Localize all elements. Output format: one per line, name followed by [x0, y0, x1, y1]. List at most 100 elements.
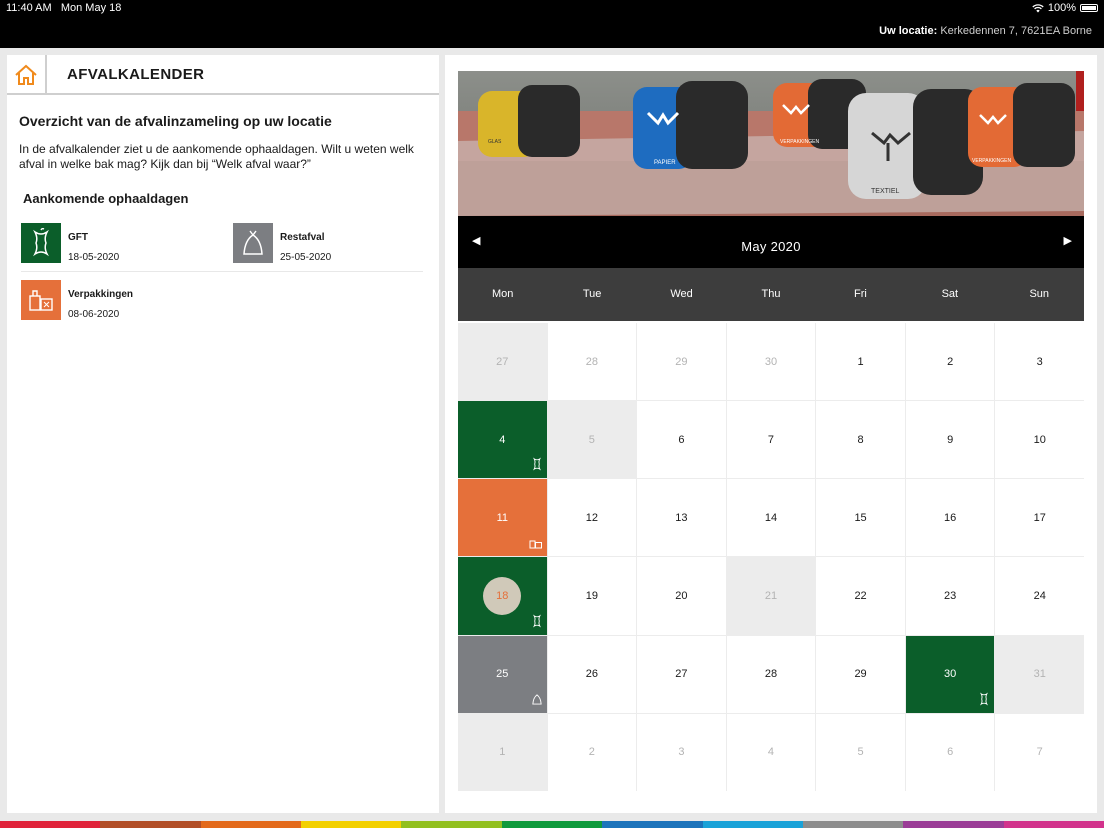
- calendar-day[interactable]: 2: [905, 323, 995, 401]
- header-photo: GLAS PAPIER VERPAKKINGEN TEXTIEL VERPAKK…: [458, 71, 1084, 216]
- apple-core-icon: [978, 692, 990, 709]
- calendar-day[interactable]: 10: [995, 401, 1084, 479]
- weekday-label: Thu: [761, 288, 781, 300]
- calendar-day[interactable]: 26: [547, 635, 637, 713]
- calendar-day[interactable]: 21: [726, 557, 816, 635]
- day-number: 25: [496, 668, 509, 681]
- top-bar: 11:40 AM Mon May 18 100% Uw locatie: Ker…: [0, 0, 1104, 48]
- page-title: AFVALKALENDER: [67, 66, 205, 83]
- calendar-day[interactable]: 3: [637, 713, 726, 791]
- calendar-day[interactable]: 7: [995, 713, 1084, 791]
- calendar-day[interactable]: 2: [547, 713, 637, 791]
- photo-label: GLAS: [488, 139, 502, 145]
- calendar-day[interactable]: 8: [816, 401, 905, 479]
- calendar-day[interactable]: 1: [458, 713, 547, 791]
- calendar-day[interactable]: 20: [637, 557, 726, 635]
- pickup-gft[interactable]: GFT 18-05-2020: [21, 223, 221, 265]
- day-number: 28: [585, 355, 598, 368]
- day-number: 29: [854, 668, 867, 681]
- calendar-day[interactable]: 31: [995, 635, 1084, 713]
- calendar-day[interactable]: 27: [458, 323, 547, 401]
- packaging-icon: [21, 280, 61, 320]
- photo-label: VERPAKKINGEN: [972, 158, 1011, 164]
- calendar-day[interactable]: 23: [905, 557, 995, 635]
- photo-label: PAPIER: [654, 160, 676, 166]
- stripe-segment: [802, 821, 904, 828]
- weekday-label: Fri: [853, 288, 867, 300]
- day-number: 27: [675, 668, 688, 681]
- home-icon: [15, 64, 37, 85]
- calendar-day[interactable]: 25: [458, 635, 547, 713]
- stripe-segment: [0, 821, 101, 828]
- status-indicators: 100%: [1032, 2, 1098, 14]
- calendar-day[interactable]: 30: [905, 635, 995, 713]
- calendar-day[interactable]: 28: [726, 635, 816, 713]
- calendar-day[interactable]: 13: [637, 479, 726, 557]
- calendar-day[interactable]: 29: [637, 323, 726, 401]
- day-number: 9: [947, 433, 954, 446]
- photo-label: TEXTIEL: [871, 188, 900, 195]
- calendar-day[interactable]: 24: [995, 557, 1084, 635]
- day-number: 6: [678, 433, 685, 446]
- upcoming-title: Aankomende ophaaldagen: [23, 191, 189, 206]
- calendar-day[interactable]: 27: [637, 635, 726, 713]
- calendar-day[interactable]: 12: [547, 479, 637, 557]
- day-number: 6: [947, 746, 954, 759]
- today-marker: 18: [483, 577, 522, 616]
- next-month-button[interactable]: ▶: [1064, 234, 1072, 247]
- calendar-day[interactable]: 15: [816, 479, 905, 557]
- calendar-day[interactable]: 5: [816, 713, 905, 791]
- calendar-day[interactable]: 30: [726, 323, 816, 401]
- calendar-day[interactable]: 18: [458, 557, 547, 635]
- calendar-day[interactable]: 1: [816, 323, 905, 401]
- home-button[interactable]: [7, 55, 47, 95]
- calendar-day[interactable]: 6: [637, 401, 726, 479]
- day-number: 8: [857, 433, 864, 446]
- calendar-day[interactable]: 19: [547, 557, 637, 635]
- pickup-restafval[interactable]: Restafval 25-05-2020: [233, 223, 433, 265]
- calendar-day[interactable]: 5: [547, 401, 637, 479]
- calendar-day[interactable]: 6: [905, 713, 995, 791]
- location-display[interactable]: Uw locatie: Kerkedennen 7, 7621EA Borne: [879, 25, 1092, 37]
- stripe-segment: [401, 821, 502, 828]
- day-number: 17: [1033, 511, 1046, 524]
- day-number: 11: [496, 511, 508, 524]
- pickup-name: GFT: [68, 232, 88, 243]
- packaging-icon: [529, 537, 543, 552]
- day-number: 26: [585, 668, 598, 681]
- weekday-header: Mon Tue Wed Thu Fri Sat Sun: [458, 268, 1084, 321]
- pickup-date: 18-05-2020: [68, 252, 120, 263]
- location-value: Kerkedennen 7, 7621EA Borne: [940, 25, 1092, 37]
- calendar-day[interactable]: 29: [816, 635, 905, 713]
- day-number: 2: [588, 746, 595, 759]
- day-number: 30: [944, 668, 957, 681]
- pickup-name: Verpakkingen: [68, 289, 134, 300]
- calendar-day[interactable]: 22: [816, 557, 905, 635]
- stripe-segment: [301, 821, 402, 828]
- pickup-date: 08-06-2020: [68, 309, 120, 320]
- day-number: 1: [499, 746, 506, 759]
- calendar-day[interactable]: 4: [458, 401, 547, 479]
- calendar-day[interactable]: 9: [905, 401, 995, 479]
- day-number: 19: [585, 590, 598, 603]
- calendar-day[interactable]: 17: [995, 479, 1084, 557]
- day-number: 20: [675, 590, 688, 603]
- calendar-day[interactable]: 28: [547, 323, 637, 401]
- calendar-day[interactable]: 14: [726, 479, 816, 557]
- stripe-segment: [100, 821, 201, 828]
- calendar-day[interactable]: 3: [995, 323, 1084, 401]
- day-number: 5: [588, 433, 595, 446]
- calendar-day[interactable]: 7: [726, 401, 816, 479]
- battery-icon: [1080, 4, 1098, 12]
- day-number: 1: [857, 355, 864, 368]
- calendar-day[interactable]: 11: [458, 479, 547, 557]
- pickup-verpakkingen[interactable]: Verpakkingen 08-06-2020: [21, 280, 221, 322]
- day-number: 28: [764, 668, 778, 681]
- day-number: 4: [767, 746, 775, 759]
- calendar-day[interactable]: 4: [726, 713, 816, 791]
- stripe-segment: [501, 821, 603, 828]
- weekday-label: Sat: [941, 288, 959, 300]
- status-time: 11:40 AM Mon May 18: [6, 2, 122, 14]
- right-panel: GLAS PAPIER VERPAKKINGEN TEXTIEL VERPAKK…: [445, 55, 1097, 813]
- calendar-day[interactable]: 16: [905, 479, 995, 557]
